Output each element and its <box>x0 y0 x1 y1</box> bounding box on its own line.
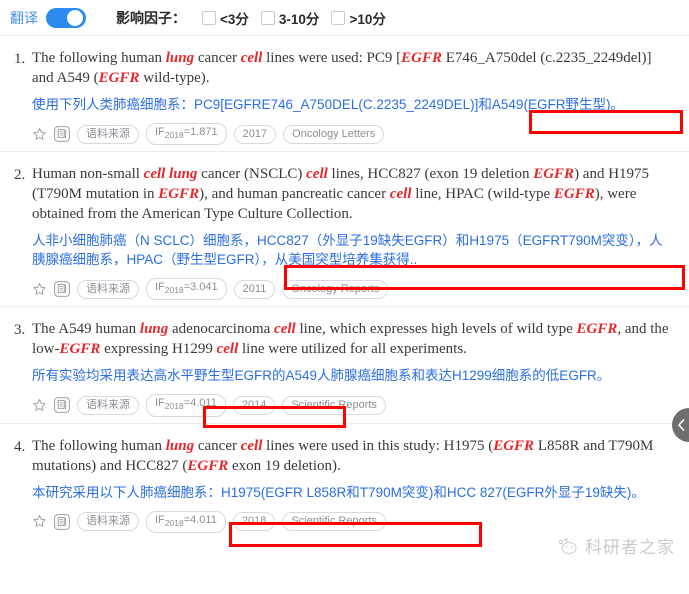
gene-term: EGFR <box>553 186 595 203</box>
chinese-translation: 所有实验均采用表达高水平野生型EGFR的A549人肺腺癌细胞系和表达H1299细… <box>32 368 611 384</box>
entry-number: 2. <box>14 167 26 184</box>
if-value: =4.011 <box>183 397 217 410</box>
gene-term: cell <box>240 50 263 66</box>
gene-term: EGFR <box>576 321 618 338</box>
english-sentence: The following human lung cancer cell lin… <box>32 437 654 474</box>
if-prefix: IF <box>155 281 165 294</box>
result-list: 1. The following human lung cancer cell … <box>0 36 689 539</box>
journal-badge[interactable]: Oncology Letters <box>283 124 385 144</box>
gene-term: cell <box>216 341 239 358</box>
chinese-translation: 使用下列人类肺癌细胞系：PC9[EGFRE746_A750DEL(C.2235_… <box>32 97 624 112</box>
checkbox-box-icon[interactable] <box>331 10 346 25</box>
gene-term: cell <box>240 437 263 454</box>
copy-icon[interactable] <box>54 281 70 298</box>
copy-icon[interactable] <box>54 513 70 530</box>
if-prefix: IF <box>155 397 165 410</box>
journal-badge[interactable]: Scientific Reports <box>282 395 386 415</box>
chevron-left-icon <box>677 419 684 431</box>
year-badge[interactable]: 2011 <box>233 279 276 299</box>
entry-badges: 语料来源 IF2018=1.871 2017 Oncology Letters <box>32 123 675 146</box>
star-icon[interactable] <box>32 282 47 297</box>
if-year: 2018 <box>164 285 184 296</box>
if-year: 2018 <box>164 130 184 141</box>
if-prefix: IF <box>155 126 165 138</box>
filter-label-lt3: <3分 <box>220 11 249 27</box>
checkbox-box-icon[interactable] <box>202 10 216 25</box>
result-entry: 4. The following human lung cancer cell … <box>0 424 689 539</box>
gene-term: lung <box>139 321 169 338</box>
chinese-translation: 本研究采用以下人肺癌细胞系：H1975(EGFR L858R和T790M突变)和… <box>32 484 645 500</box>
entry-badges: 语料来源 IF2018=3.041 2011 Oncology Reports <box>32 278 675 301</box>
gene-term: EGFR <box>493 437 535 454</box>
filter-checkbox-lt3[interactable]: <3分 <box>202 8 249 28</box>
english-sentence: The following human lung cancer cell lin… <box>32 50 652 86</box>
gene-term: EGFR <box>59 341 101 358</box>
impact-factor-badge[interactable]: IF2018=4.011 <box>146 394 226 417</box>
impact-factor-label: 影响因子： <box>116 9 186 26</box>
gene-term: EGFR <box>401 50 442 66</box>
if-year: 2018 <box>164 401 184 412</box>
chinese-translation: 人非小细胞肺癌（N SCLC）细胞系，HCC827（外显子19缺失EGFR）和H… <box>32 233 663 268</box>
filter-checkbox-gt10[interactable]: >10分 <box>331 8 386 28</box>
journal-badge[interactable]: Oncology Reports <box>282 279 389 299</box>
entry-number: 3. <box>14 322 26 339</box>
copy-icon[interactable] <box>54 397 70 414</box>
copy-icon[interactable] <box>54 126 70 142</box>
year-badge[interactable]: 2018 <box>232 512 276 532</box>
entry-number: 1. <box>14 51 26 67</box>
translate-toggle[interactable] <box>46 7 86 28</box>
translate-label: 翻译 <box>10 9 38 26</box>
if-value: =4.011 <box>183 513 217 526</box>
logo-icon <box>558 537 577 554</box>
toolbar: 翻译 影响因子： <3分 3-10分 >10分 <box>0 0 689 36</box>
if-value: =1.871 <box>183 126 218 138</box>
gene-term: EGFR <box>98 70 140 86</box>
impact-factor-badge[interactable]: IF2018=4.011 <box>146 510 226 533</box>
star-icon[interactable] <box>32 127 47 142</box>
gene-term: EGFR <box>158 186 200 203</box>
year-badge[interactable]: 2014 <box>232 395 276 415</box>
gene-term: cell <box>274 321 296 338</box>
entry-number: 4. <box>14 438 26 455</box>
gene-term: cell <box>306 166 328 183</box>
result-entry: 2. Human non-small cell lung cancer (NSC… <box>0 152 689 308</box>
toggle-knob <box>67 9 83 26</box>
filter-checkbox-3to10[interactable]: 3-10分 <box>260 8 320 28</box>
corpus-source-badge[interactable]: 语料来源 <box>77 279 139 299</box>
entry-badges: 语料来源 IF2018=4.011 2014 Scientific Report… <box>32 394 675 417</box>
year-badge[interactable]: 2017 <box>233 124 277 144</box>
if-year: 2018 <box>164 517 184 528</box>
star-icon[interactable] <box>32 398 47 413</box>
gene-term: cell <box>389 186 412 203</box>
result-entry: 3. The A549 human lung adenocarcinoma ce… <box>0 307 689 424</box>
filter-label-3to10: 3-10分 <box>278 11 320 27</box>
impact-factor-badge[interactable]: IF2018=3.041 <box>146 278 227 301</box>
corpus-source-badge[interactable]: 语料来源 <box>77 395 139 415</box>
corpus-source-badge[interactable]: 语料来源 <box>77 124 139 144</box>
gene-term: lung <box>165 437 195 454</box>
gene-term: EGFR <box>187 457 229 474</box>
entry-badges: 语料来源 IF2018=4.011 2018 Scientific Report… <box>32 510 675 533</box>
impact-factor-badge[interactable]: IF2018=1.871 <box>146 123 227 146</box>
gene-term: lung <box>165 50 195 66</box>
if-value: =3.041 <box>183 281 218 294</box>
english-sentence: The A549 human lung adenocarcinoma cell … <box>32 321 669 358</box>
english-sentence: Human non-small cell lung cancer (NSCLC)… <box>32 166 650 223</box>
journal-badge[interactable]: Scientific Reports <box>282 512 386 532</box>
filter-label-gt10: >10分 <box>349 11 386 27</box>
gene-term: EGFR <box>533 166 575 183</box>
checkbox-box-icon[interactable] <box>260 10 275 25</box>
if-prefix: IF <box>155 513 165 526</box>
corpus-source-badge[interactable]: 语料来源 <box>77 512 139 532</box>
star-icon[interactable] <box>32 514 47 529</box>
gene-term: cell lung <box>143 166 198 183</box>
result-entry: 1. The following human lung cancer cell … <box>0 36 689 153</box>
